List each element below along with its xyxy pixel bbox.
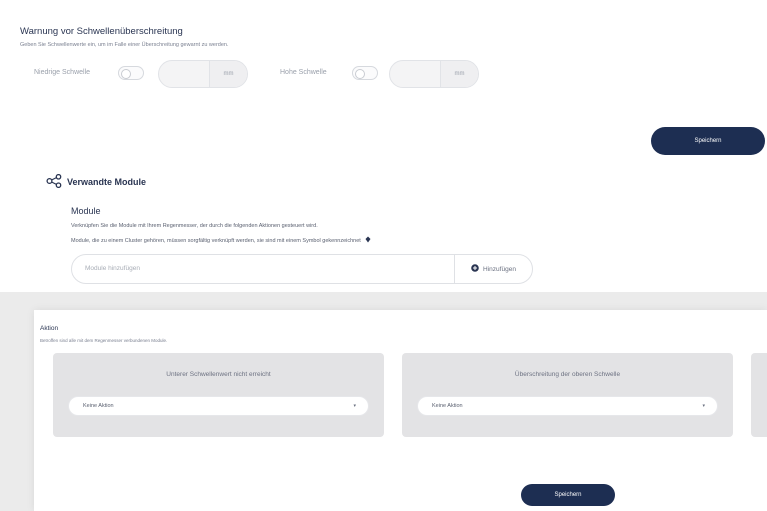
cluster-icon: [365, 236, 371, 245]
high-threshold-unit: mm: [440, 61, 478, 87]
aktion-low-select-value: Keine Aktion: [83, 403, 114, 409]
share-icon: [46, 173, 62, 193]
aktion-card-low-title: Unterer Schwellenwert nicht erreicht: [166, 371, 271, 378]
modules-subheading: Module: [71, 206, 101, 216]
modules-desc-2-text: Module, die zu einem Cluster gehören, mü…: [71, 238, 361, 244]
aktion-save-button[interactable]: Speichern: [521, 484, 615, 506]
add-module-button[interactable]: Hinzufügen: [454, 255, 532, 283]
aktion-low-select[interactable]: Keine Aktion ▾: [68, 396, 369, 416]
modules-desc-1: Verknüpfen Sie die Module mit Ihrem Rege…: [71, 223, 318, 229]
aktion-card-high: Überschreitung der oberen Schwelle Keine…: [402, 353, 733, 437]
low-threshold-field[interactable]: mm: [158, 60, 248, 88]
aktion-card-partial: [751, 353, 767, 437]
low-threshold-label: Niedrige Schwelle: [34, 69, 91, 76]
related-modules-title: Verwandte Module: [67, 177, 147, 187]
modules-desc-2: Module, die zu einem Cluster gehören, mü…: [71, 236, 371, 245]
aktion-subtitle: Betroffen sind alle mit dem Regenmesser …: [40, 338, 168, 343]
aktion-high-select-value: Keine Aktion: [432, 403, 463, 409]
plus-circle-icon: [471, 264, 479, 274]
aktion-high-select[interactable]: Keine Aktion ▾: [417, 396, 718, 416]
aktion-panel: Aktion Betroffen sind alle mit dem Regen…: [34, 310, 767, 511]
chevron-down-icon: ▾: [353, 403, 356, 409]
threshold-subtitle: Geben Sie Schwellenwerte ein, um im Fall…: [20, 42, 229, 48]
high-threshold-toggle[interactable]: [352, 66, 378, 80]
module-search-input[interactable]: Module hinzufügen: [85, 265, 140, 272]
threshold-title: Warnung vor Schwellenüberschreitung: [20, 26, 183, 37]
low-threshold-unit: mm: [209, 61, 247, 87]
add-module-label: Hinzufügen: [483, 265, 516, 273]
high-threshold-label: Hohe Schwelle: [280, 69, 327, 76]
module-add-group: Module hinzufügen Hinzufügen: [71, 254, 533, 284]
low-threshold-toggle[interactable]: [118, 66, 144, 80]
threshold-panel: Warnung vor Schwellenüberschreitung Gebe…: [0, 0, 767, 292]
aktion-card-high-title: Überschreitung der oberen Schwelle: [514, 371, 621, 378]
aktion-title: Aktion: [40, 325, 59, 332]
chevron-down-icon: ▾: [702, 403, 705, 409]
aktion-card-low: Unterer Schwellenwert nicht erreicht Kei…: [53, 353, 384, 437]
high-threshold-field[interactable]: mm: [389, 60, 479, 88]
threshold-save-button[interactable]: Speichern: [651, 127, 765, 155]
